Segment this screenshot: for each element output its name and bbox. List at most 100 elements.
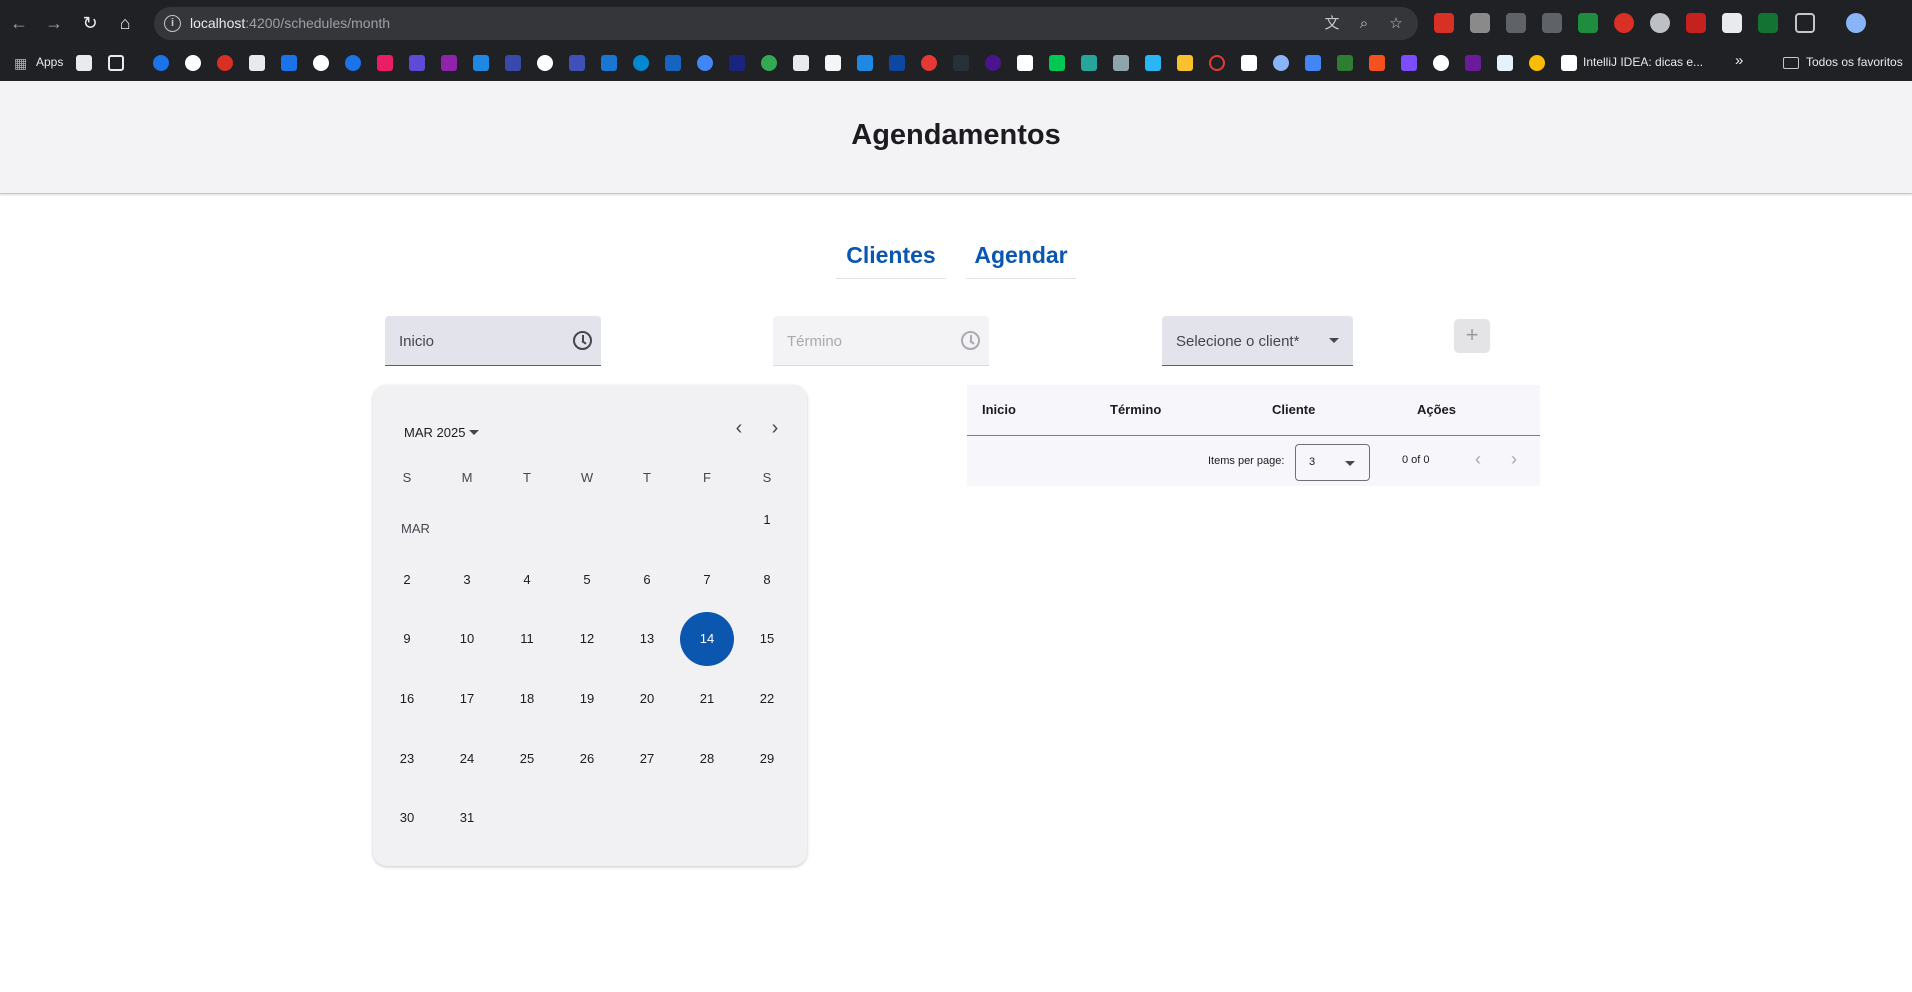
calendar-day[interactable]: 10 <box>440 612 494 666</box>
folder-icon[interactable] <box>1783 57 1799 69</box>
extension-icon[interactable] <box>1686 13 1706 33</box>
bookmark-icon[interactable] <box>537 55 553 71</box>
zoom-icon[interactable]: ⌕ <box>1354 14 1374 34</box>
extension-icon[interactable] <box>1506 13 1526 33</box>
profile-avatar[interactable] <box>1846 13 1866 33</box>
calendar-day[interactable]: 16 <box>380 672 434 726</box>
calendar-day[interactable]: 11 <box>500 612 554 666</box>
bookmark-icon[interactable] <box>505 55 521 71</box>
calendar-day[interactable]: 29 <box>740 732 794 786</box>
items-per-page-select[interactable]: 3 <box>1295 444 1370 481</box>
bookmark-icon[interactable] <box>249 55 265 71</box>
calendar-day[interactable]: 17 <box>440 672 494 726</box>
bookmark-icon[interactable] <box>793 55 809 71</box>
tab-agendar[interactable]: Agendar <box>966 231 1076 279</box>
extensions-puzzle-icon[interactable] <box>1795 13 1815 33</box>
bookmark-apps[interactable]: Apps <box>36 55 63 69</box>
calendar-day[interactable]: 25 <box>500 732 554 786</box>
tab-clientes[interactable]: Clientes <box>836 231 946 279</box>
bookmark-icon[interactable] <box>1081 55 1097 71</box>
bookmark-icon[interactable] <box>1401 55 1417 71</box>
bookmark-icon[interactable] <box>1273 55 1289 71</box>
bookmark-icon[interactable] <box>313 55 329 71</box>
bookmark-icon[interactable] <box>409 55 425 71</box>
calendar-day[interactable]: 12 <box>560 612 614 666</box>
column-header-acoes[interactable]: Ações <box>1417 402 1456 417</box>
calendar-day[interactable]: 23 <box>380 732 434 786</box>
calendar-day[interactable]: 20 <box>620 672 674 726</box>
bookmark-icon[interactable] <box>1369 55 1385 71</box>
calendar-day[interactable]: 27 <box>620 732 674 786</box>
next-month-icon[interactable]: › <box>763 417 787 441</box>
calendar-day[interactable]: 2 <box>380 553 434 607</box>
calendar-day[interactable]: 5 <box>560 553 614 607</box>
calendar-day[interactable]: 22 <box>740 672 794 726</box>
calendar-period-button[interactable]: MAR 2025 <box>404 425 480 440</box>
add-schedule-button[interactable]: + <box>1454 319 1490 353</box>
back-icon[interactable]: ← <box>7 11 31 35</box>
bookmark-icon[interactable] <box>185 55 201 71</box>
bookmarks-overflow-icon[interactable]: » <box>1735 52 1743 69</box>
bookmark-icon[interactable] <box>1529 55 1545 71</box>
bookmark-icon[interactable] <box>153 55 169 71</box>
bookmark-icon[interactable] <box>953 55 969 71</box>
bookmark-intellij[interactable]: IntelliJ IDEA: dicas e... <box>1583 55 1703 69</box>
forward-icon[interactable]: → <box>42 11 66 35</box>
url-text[interactable]: localhost:4200/schedules/month <box>190 15 390 31</box>
calendar-day[interactable]: 6 <box>620 553 674 607</box>
bookmark-icon[interactable] <box>633 55 649 71</box>
calendar-day[interactable]: 7 <box>680 553 734 607</box>
bookmark-icon[interactable] <box>108 55 124 71</box>
bookmark-icon[interactable] <box>665 55 681 71</box>
calendar-day[interactable]: 1 <box>740 493 794 547</box>
bookmark-icon[interactable] <box>857 55 873 71</box>
bookmark-icon[interactable] <box>76 55 92 71</box>
calendar-day[interactable]: 15 <box>740 612 794 666</box>
clock-icon[interactable] <box>961 331 980 350</box>
bookmark-icon[interactable] <box>1561 55 1577 71</box>
bookmark-icon[interactable] <box>601 55 617 71</box>
bookmark-icon[interactable] <box>1465 55 1481 71</box>
calendar-day[interactable]: 19 <box>560 672 614 726</box>
translate-icon[interactable]: 文 <box>1322 14 1342 34</box>
bookmark-icon[interactable] <box>1049 55 1065 71</box>
calendar-day[interactable]: 26 <box>560 732 614 786</box>
calendar-day[interactable]: 9 <box>380 612 434 666</box>
calendar-day[interactable]: 24 <box>440 732 494 786</box>
apps-grid-icon[interactable]: ▦ <box>14 55 30 71</box>
extension-icon[interactable] <box>1650 13 1670 33</box>
bookmark-icon[interactable] <box>473 55 489 71</box>
bookmark-icon[interactable] <box>217 55 233 71</box>
clock-icon[interactable] <box>573 331 592 350</box>
calendar-day[interactable]: 4 <box>500 553 554 607</box>
bookmark-icon[interactable] <box>1145 55 1161 71</box>
bookmark-icon[interactable] <box>889 55 905 71</box>
client-select[interactable]: Selecione o client* <box>1162 316 1353 366</box>
calendar-day[interactable]: 31 <box>440 791 494 845</box>
bookmark-icon[interactable] <box>1113 55 1129 71</box>
extension-icon[interactable] <box>1758 13 1778 33</box>
calendar-day[interactable]: 3 <box>440 553 494 607</box>
reload-icon[interactable]: ↻ <box>78 11 102 35</box>
bookmark-icon[interactable] <box>345 55 361 71</box>
extension-icon[interactable] <box>1542 13 1562 33</box>
site-info-icon[interactable]: i <box>164 15 181 32</box>
column-header-cliente[interactable]: Cliente <box>1272 402 1315 417</box>
bookmark-icon[interactable] <box>1305 55 1321 71</box>
calendar-day[interactable]: 18 <box>500 672 554 726</box>
bookmark-icon[interactable] <box>1337 55 1353 71</box>
address-bar[interactable]: i localhost:4200/schedules/month 文 ⌕ ☆ <box>154 7 1418 40</box>
calendar-day[interactable]: 21 <box>680 672 734 726</box>
extension-icon[interactable] <box>1470 13 1490 33</box>
extension-icon[interactable] <box>1578 13 1598 33</box>
calendar-day[interactable]: 8 <box>740 553 794 607</box>
extension-icon[interactable] <box>1434 13 1454 33</box>
calendar-day[interactable]: 30 <box>380 791 434 845</box>
calendar-day-selected[interactable]: 14 <box>680 612 734 666</box>
bookmark-icon[interactable] <box>729 55 745 71</box>
all-bookmarks[interactable]: Todos os favoritos <box>1806 55 1903 69</box>
column-header-termino[interactable]: Término <box>1110 402 1161 417</box>
bookmark-icon[interactable] <box>1241 55 1257 71</box>
bookmark-icon[interactable] <box>1497 55 1513 71</box>
extension-icon[interactable] <box>1722 13 1742 33</box>
